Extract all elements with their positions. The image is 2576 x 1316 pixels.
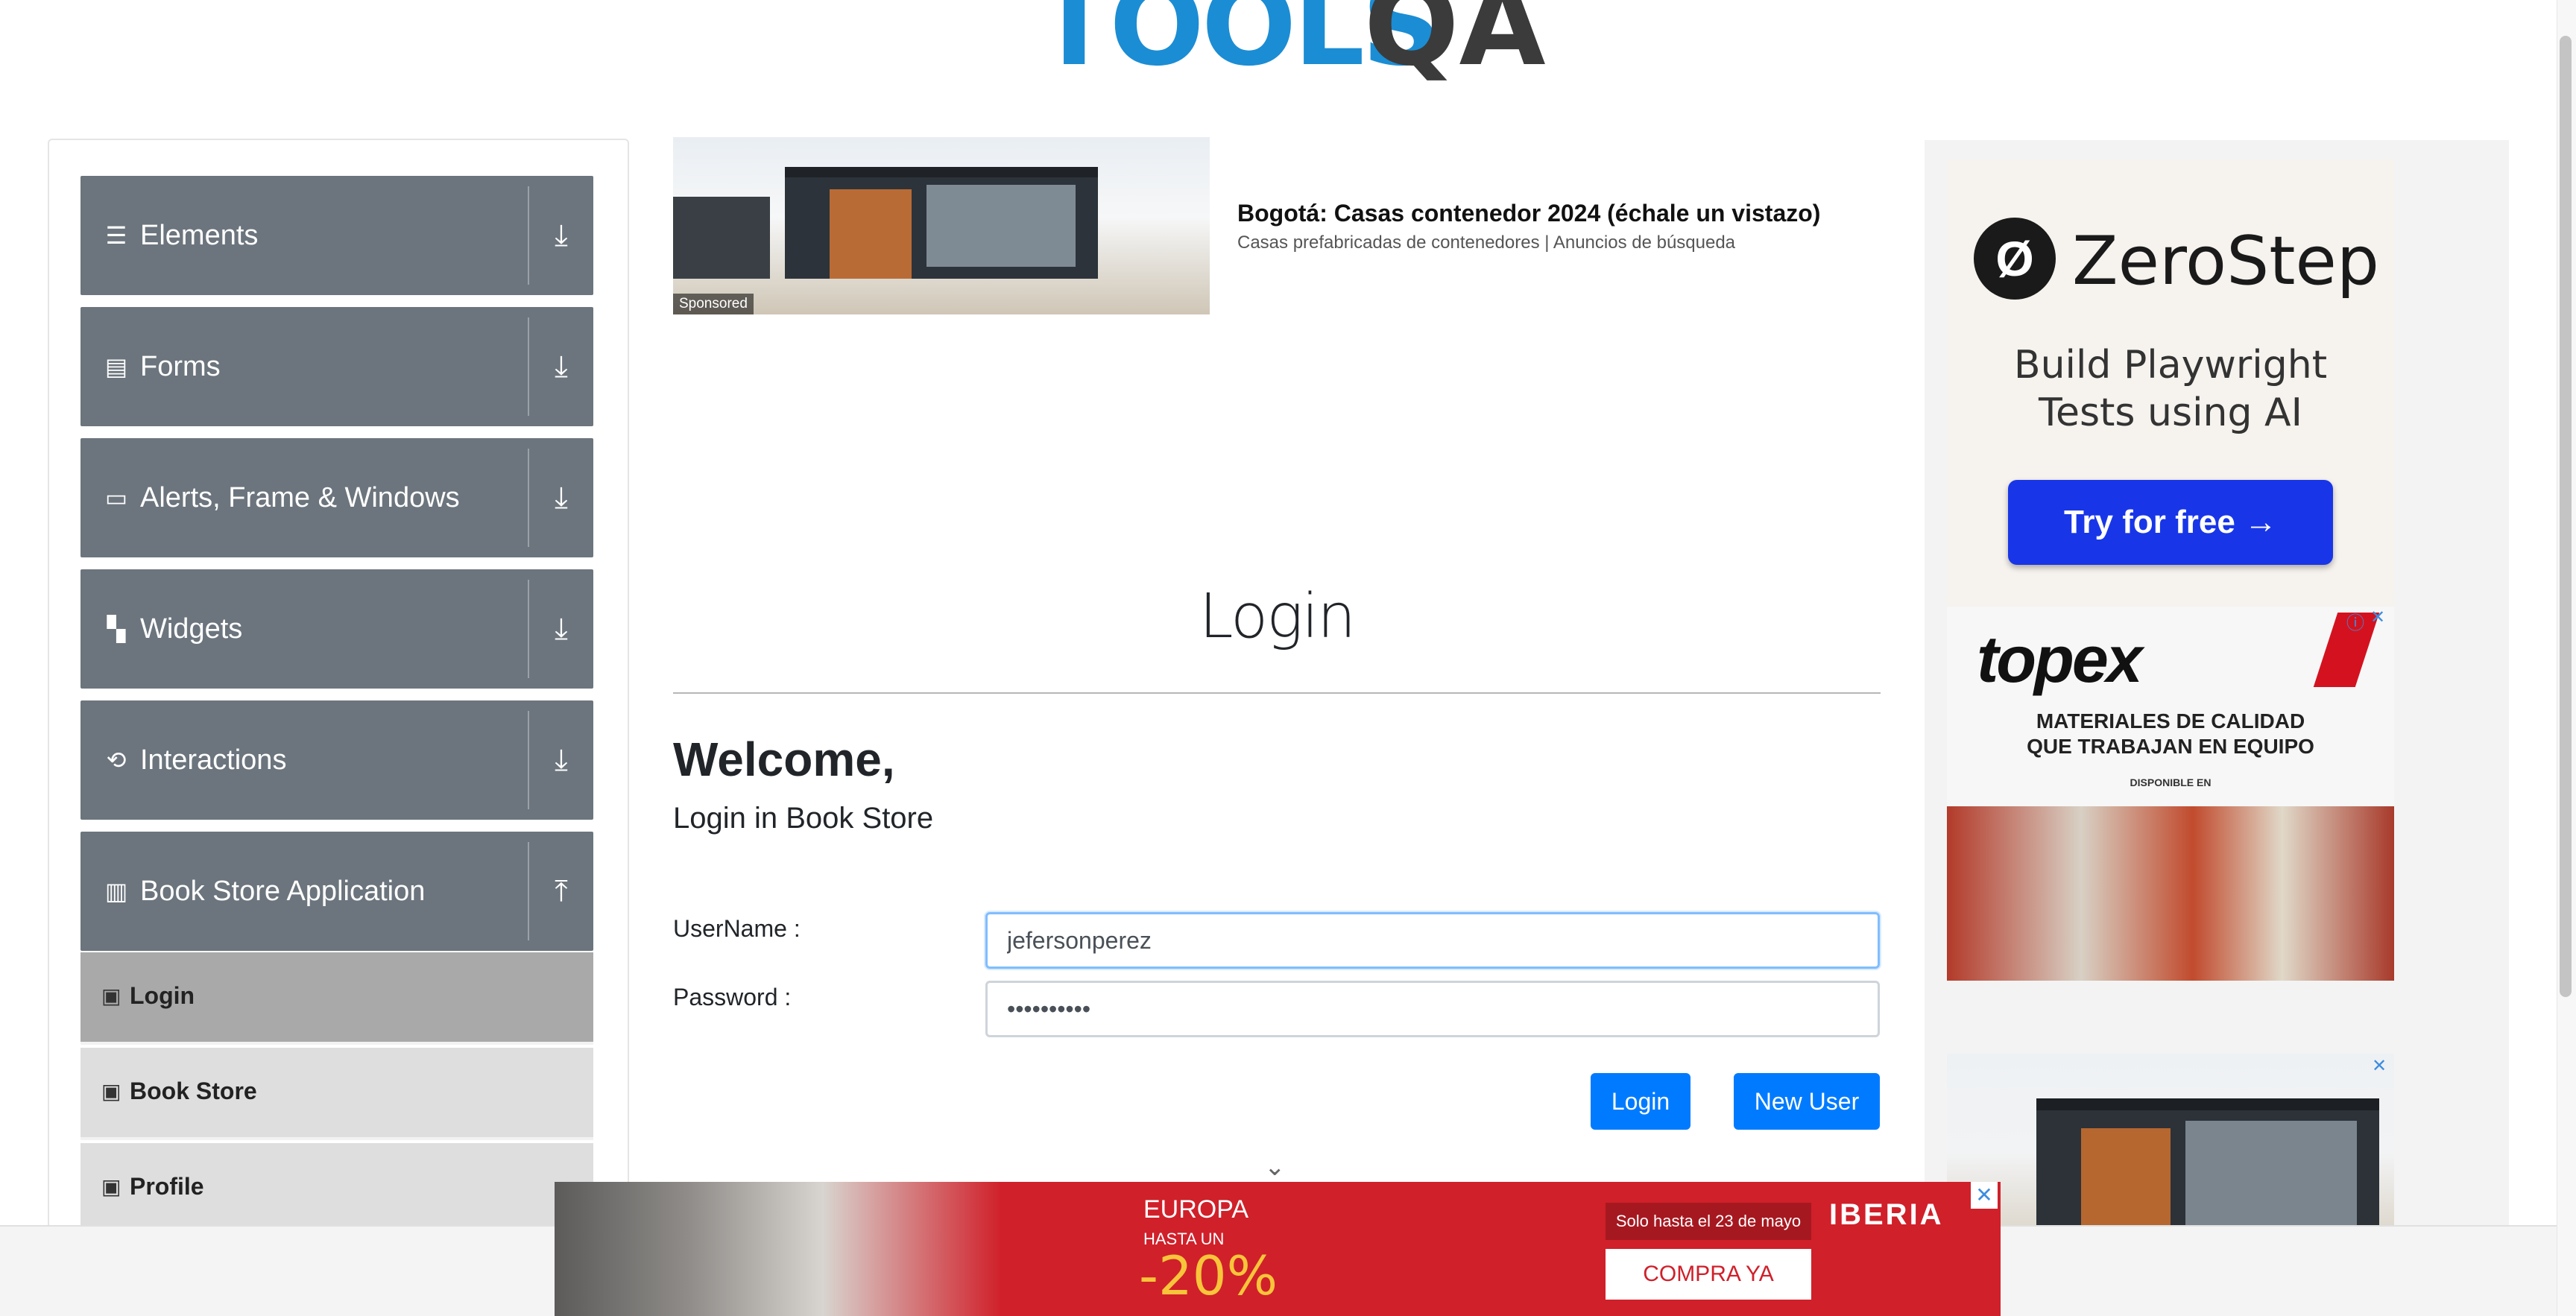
html-icon: ▣	[101, 1175, 121, 1198]
try-for-free-button[interactable]: Try for free →	[2008, 480, 2333, 565]
sidebar-item-label: Login	[130, 982, 195, 1009]
group-divider	[528, 317, 529, 416]
sidebar-group-widgets[interactable]: ▚ Widgets ⤓	[80, 569, 593, 689]
topex-available-text: DISPONIBLE EN	[2130, 776, 2212, 788]
chevron-down-icon[interactable]: ⌄	[1264, 1152, 1286, 1182]
interactions-icon: ⟲	[106, 747, 127, 774]
sidebar-group-elements[interactable]: ☰ Elements ⤓	[80, 176, 593, 295]
ad-info-icon[interactable]: ⓘ	[2346, 608, 2364, 634]
sidebar-group-label: Forms	[140, 351, 221, 382]
download-arrow-icon[interactable]: ⤓	[543, 730, 580, 790]
title-divider	[673, 692, 1881, 694]
topex-products-image	[1947, 806, 2394, 981]
sidebar-item-label: Book Store	[130, 1078, 257, 1104]
password-label: Password :	[673, 984, 792, 1010]
iberia-ad-photo	[555, 1182, 1002, 1316]
container-house-window	[926, 185, 1076, 267]
container-house-image	[673, 197, 770, 279]
page-title: Login	[1199, 581, 1356, 652]
ad-close-icon[interactable]: ✕	[2372, 1055, 2387, 1077]
sidebar-item-login[interactable]: ▣ Login	[80, 952, 593, 1045]
password-input[interactable]	[985, 981, 1880, 1037]
toolsqa-logo[interactable]: TOOLS QA	[1036, 0, 1546, 91]
sidebar-group-label: Alerts, Frame & Windows	[140, 482, 460, 513]
zerostep-line-1: Build Playwright	[2013, 343, 2328, 387]
group-divider	[528, 842, 529, 940]
group-divider	[528, 186, 529, 285]
container-house-window	[2185, 1121, 2357, 1225]
sidebar-group-interactions[interactable]: ⟲ Interactions ⤓	[80, 700, 593, 820]
logo-qa-text: QA	[1364, 0, 1546, 91]
new-user-button[interactable]: New User	[1734, 1073, 1880, 1130]
sidebar-group-forms[interactable]: ▤ Forms ⤓	[80, 307, 593, 426]
group-divider	[528, 580, 529, 678]
zerostep-logo-icon: Ø	[1974, 218, 2056, 300]
zerostep-brand: ZeroStep	[2072, 222, 2380, 300]
iberia-date-badge: Solo hasta el 23 de mayo	[1606, 1203, 1811, 1240]
ad-close-icon[interactable]: ✕	[2370, 607, 2385, 628]
zerostep-line-2: Tests using AI	[2039, 390, 2302, 435]
hamburger-icon: ☰	[105, 222, 127, 249]
iberia-logo: IBERIA	[1829, 1198, 1944, 1231]
topex-logo: topex	[1977, 622, 2143, 696]
ad-headline-link[interactable]: Bogotá: Casas contenedor 2024 (échale un…	[1237, 200, 1820, 227]
sidebar-item-label: Profile	[130, 1173, 204, 1200]
left-sidebar: ☰ Elements ⤓ ▤ Forms ⤓ ▭ Alerts, Frame &…	[48, 139, 629, 1316]
sponsored-ad-image[interactable]: Sponsored	[673, 137, 1210, 314]
sidebar-group-book-store-application[interactable]: ▥ Book Store Application ⤒	[80, 832, 593, 951]
container-house-wood-panel	[830, 189, 912, 279]
welcome-heading: Welcome,	[673, 733, 895, 786]
iberia-buy-button[interactable]: COMPRA YA	[1606, 1249, 1811, 1300]
iberia-banner-ad[interactable]: EUROPA HASTA UN -20% Solo hasta el 23 de…	[555, 1182, 2001, 1316]
download-arrow-icon[interactable]: ⤓	[543, 206, 580, 265]
group-divider	[528, 711, 529, 809]
html-icon: ▣	[101, 984, 121, 1007]
widgets-icon: ▚	[107, 616, 126, 642]
topex-line-2: QUE TRABAJAN EN EQUIPO	[2027, 735, 2314, 758]
topex-line-1: MATERIALES DE CALIDAD	[2036, 709, 2305, 733]
sidebar-group-label: Book Store Application	[140, 876, 426, 907]
library-icon: ▥	[104, 878, 128, 905]
download-arrow-icon[interactable]: ⤓	[543, 468, 580, 528]
login-subheading: Login in Book Store	[673, 802, 934, 835]
sidebar-group-label: Widgets	[140, 613, 243, 645]
upload-arrow-icon[interactable]: ⤒	[543, 861, 580, 921]
sidebar-group-label: Elements	[140, 220, 259, 251]
close-icon[interactable]: ✕	[1971, 1182, 1998, 1209]
login-button[interactable]: Login	[1591, 1073, 1690, 1130]
group-divider	[528, 449, 529, 547]
html-icon: ▣	[101, 1080, 121, 1103]
username-input[interactable]	[985, 912, 1880, 969]
form-icon: ▤	[104, 353, 128, 380]
download-arrow-icon[interactable]: ⤓	[543, 337, 580, 396]
iberia-discount: -20%	[1139, 1244, 1278, 1307]
ad-subtitle: Casas prefabricadas de contenedores | An…	[1237, 232, 1736, 253]
window-icon: ▭	[104, 484, 128, 511]
sponsored-label: Sponsored	[673, 294, 754, 314]
download-arrow-icon[interactable]: ⤓	[543, 599, 580, 659]
username-label: UserName :	[673, 915, 801, 942]
scrollbar-thumb[interactable]	[2560, 36, 2572, 997]
sidebar-group-alerts[interactable]: ▭ Alerts, Frame & Windows ⤓	[80, 438, 593, 557]
zerostep-ad[interactable]: Ø ZeroStep Build Playwright Tests using …	[1947, 159, 2394, 607]
iberia-destination: EUROPA	[1143, 1195, 1249, 1224]
sidebar-item-profile[interactable]: ▣ Profile	[80, 1143, 593, 1236]
sidebar-item-book-store[interactable]: ▣ Book Store	[80, 1048, 593, 1140]
topex-ad[interactable]: topex MATERIALES DE CALIDAD QUE TRABAJAN…	[1947, 607, 2394, 981]
sidebar-group-label: Interactions	[140, 744, 287, 776]
